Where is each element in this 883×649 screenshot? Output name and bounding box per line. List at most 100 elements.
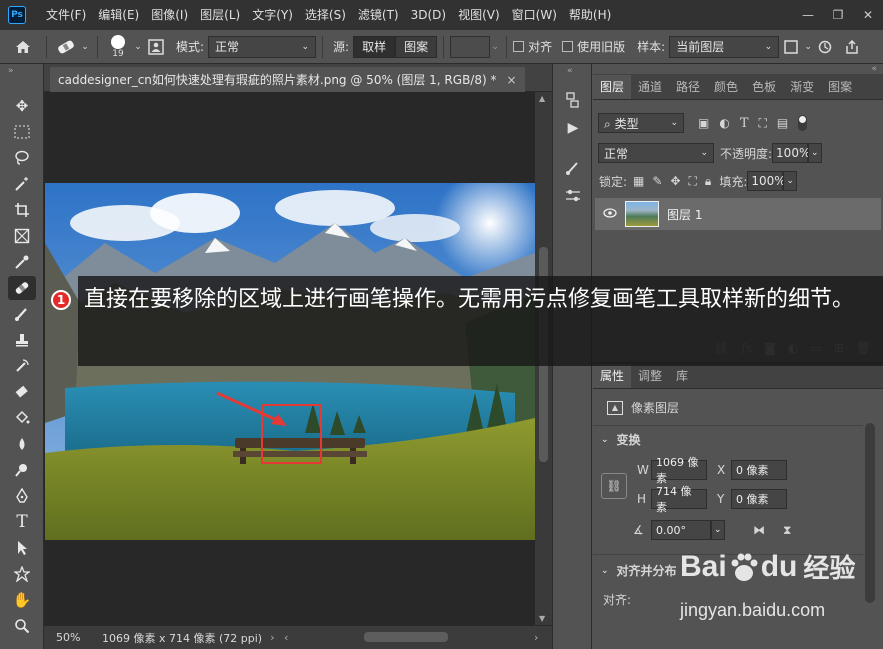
layer-name[interactable]: 图层 1 — [667, 206, 702, 223]
tab-gradients[interactable]: 渐变 — [783, 75, 821, 99]
pen-tool-icon[interactable] — [8, 484, 36, 508]
minimize-button[interactable]: — — [793, 0, 823, 30]
menu-select[interactable]: 选择(S) — [299, 0, 352, 30]
menu-layer[interactable]: 图层(L) — [194, 0, 246, 30]
sample-select[interactable]: 当前图层 ⌄ — [669, 35, 780, 58]
healing-brush-icon[interactable] — [53, 40, 79, 54]
tab-properties[interactable]: 属性 — [593, 364, 632, 388]
menu-file[interactable]: 文件(F) — [40, 0, 92, 30]
collapse-panels-icon[interactable]: « — [871, 64, 877, 74]
status-menu-icon[interactable]: › — [270, 631, 274, 644]
move-tool-icon[interactable]: ✥ — [8, 94, 36, 118]
fill-input[interactable]: 100% — [747, 171, 786, 191]
filter-adjustment-icon[interactable]: ◐ — [719, 116, 729, 130]
brush-settings-icon[interactable] — [144, 38, 168, 55]
menu-3d[interactable]: 3D(D) — [405, 0, 452, 30]
legacy-checkbox[interactable] — [562, 41, 574, 52]
close-button[interactable]: ✕ — [853, 0, 883, 30]
tab-libraries[interactable]: 库 — [669, 364, 695, 388]
ignore-adjustment-icon[interactable] — [779, 39, 803, 54]
brush-tool-icon[interactable] — [8, 302, 36, 326]
crop-tool-icon[interactable] — [8, 198, 36, 222]
filter-shape-icon[interactable]: ⛶ — [759, 116, 767, 131]
tab-color[interactable]: 颜色 — [707, 75, 745, 99]
lock-transparency-icon[interactable]: ▦ — [633, 174, 644, 188]
marquee-tool-icon[interactable] — [8, 120, 36, 144]
menu-type[interactable]: 文字(Y) — [246, 0, 299, 30]
blend-mode-select[interactable]: 正常 ⌄ — [598, 143, 714, 163]
chevron-down-icon[interactable]: ⌄ — [803, 42, 813, 52]
filter-type-icon[interactable]: T — [740, 116, 749, 131]
width-input[interactable]: 1069 像素 — [651, 456, 707, 485]
menu-filter[interactable]: 滤镜(T) — [352, 0, 405, 30]
align-section-header[interactable]: ⌄ 对齐并分布 — [601, 562, 677, 579]
opacity-input[interactable]: 100% — [772, 143, 810, 163]
layer-row[interactable]: 图层 1 — [595, 198, 881, 230]
lock-artboard-icon[interactable]: ⛶ — [689, 174, 697, 189]
healing-brush-tool-icon[interactable] — [8, 276, 36, 300]
filter-toggle[interactable] — [798, 115, 808, 131]
sample-source-button[interactable]: 取样 — [353, 35, 396, 58]
lock-position-icon[interactable]: ✥ — [670, 174, 680, 188]
filter-pixel-icon[interactable]: ▣ — [698, 116, 709, 130]
magic-wand-tool-icon[interactable] — [8, 172, 36, 196]
lock-pixels-icon[interactable]: ✎ — [652, 174, 662, 188]
transform-section-header[interactable]: ⌄ 变换 — [601, 431, 641, 448]
custom-shape-tool-icon[interactable] — [8, 562, 36, 586]
dodge-tool-icon[interactable] — [8, 458, 36, 482]
tab-channels[interactable]: 通道 — [631, 75, 669, 99]
tab-patterns[interactable]: 图案 — [821, 75, 859, 99]
fill-dropdown-icon[interactable]: ⌄ — [783, 171, 798, 191]
scroll-down-icon[interactable]: ▼ — [539, 614, 545, 623]
tab-adjustments[interactable]: 调整 — [631, 364, 669, 388]
pressure-icon[interactable] — [813, 40, 837, 54]
y-input[interactable]: 0 像素 — [731, 489, 787, 509]
layer-filter-select[interactable]: ⌕ 类型 ⌄ — [598, 113, 684, 133]
eyedropper-tool-icon[interactable] — [8, 250, 36, 274]
hand-tool-icon[interactable]: ✋ — [8, 588, 36, 612]
pattern-source-button[interactable]: 图案 — [395, 35, 438, 58]
eraser-tool-icon[interactable] — [8, 380, 36, 404]
scroll-up-icon[interactable]: ▲ — [539, 94, 545, 103]
collapse-panel-icon[interactable]: » — [8, 66, 14, 76]
angle-input[interactable]: 0.00° — [651, 520, 711, 540]
chevron-down-icon[interactable]: ⌄ — [132, 42, 144, 52]
menu-window[interactable]: 窗口(W) — [506, 0, 563, 30]
scroll-right-icon[interactable]: › — [534, 631, 538, 644]
pattern-picker[interactable] — [450, 35, 491, 58]
opacity-dropdown-icon[interactable]: ⌄ — [808, 143, 823, 163]
height-input[interactable]: 714 像素 — [651, 485, 707, 514]
home-icon[interactable] — [6, 40, 40, 54]
chevron-down-icon[interactable]: ⌄ — [490, 42, 500, 52]
link-dimensions-icon[interactable]: ⛓ — [601, 473, 627, 499]
menu-image[interactable]: 图像(I) — [145, 0, 194, 30]
history-brush-tool-icon[interactable] — [8, 354, 36, 378]
frame-tool-icon[interactable] — [8, 224, 36, 248]
layer-visibility-icon[interactable] — [603, 207, 619, 221]
lasso-tool-icon[interactable] — [8, 146, 36, 170]
brush-preset-picker[interactable]: 19 — [104, 34, 132, 59]
zoom-level[interactable]: 50% — [56, 631, 96, 644]
brush-settings-panel-icon[interactable] — [561, 184, 585, 208]
blur-tool-icon[interactable] — [8, 432, 36, 456]
flip-horizontal-icon[interactable]: ⧓ — [753, 523, 765, 537]
flip-vertical-icon[interactable]: ⧗ — [783, 523, 791, 538]
document-info[interactable]: 1069 像素 x 714 像素 (72 ppi) — [102, 630, 262, 646]
chevron-down-icon[interactable]: ⌄ — [79, 42, 91, 52]
tab-paths[interactable]: 路径 — [669, 75, 707, 99]
align-checkbox[interactable] — [513, 41, 525, 52]
type-tool-icon[interactable]: T — [8, 510, 36, 534]
menu-edit[interactable]: 编辑(E) — [92, 0, 145, 30]
mode-select[interactable]: 正常 ⌄ — [208, 35, 317, 58]
path-selection-tool-icon[interactable] — [8, 536, 36, 560]
angle-dropdown-icon[interactable]: ⌄ — [711, 520, 725, 540]
collapse-dock-icon[interactable]: « — [567, 66, 573, 76]
tab-swatches[interactable]: 色板 — [745, 75, 783, 99]
zoom-tool-icon[interactable] — [8, 614, 36, 638]
filter-smart-object-icon[interactable]: ▤ — [777, 116, 788, 130]
tab-layers[interactable]: 图层 — [593, 75, 632, 99]
x-input[interactable]: 0 像素 — [731, 460, 787, 480]
menu-view[interactable]: 视图(V) — [452, 0, 506, 30]
brush-panel-icon[interactable] — [561, 156, 585, 180]
close-tab-icon[interactable]: × — [506, 73, 516, 87]
